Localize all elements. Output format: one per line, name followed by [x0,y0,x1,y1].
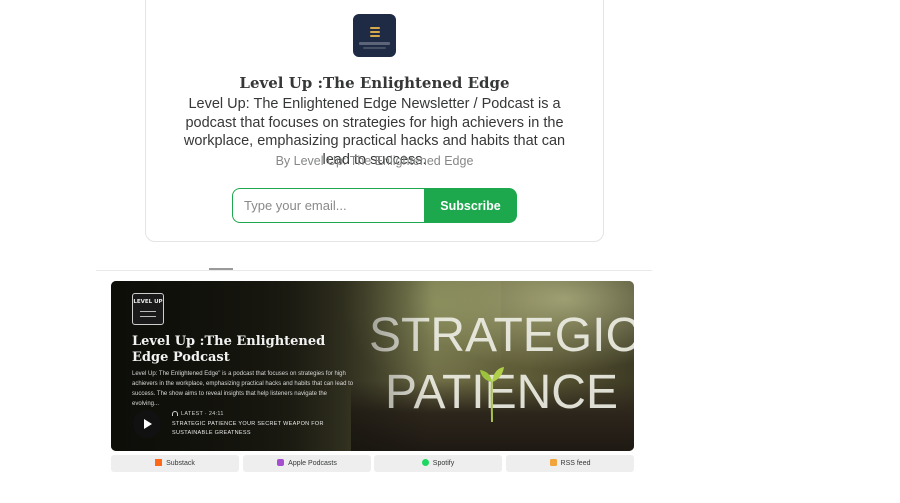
rss-feed-button[interactable]: RSS feed [506,455,634,472]
podcast-logo[interactable]: LEVEL UP [132,293,164,325]
spotify-button[interactable]: Spotify [374,455,502,472]
substack-button[interactable]: Substack [111,455,239,472]
rss-icon [549,459,557,466]
microphone-icon [140,311,156,317]
podcast-logo-text: LEVEL UP [133,299,163,305]
publication-byline: By Level Up: The Enlightened Edge [275,154,474,168]
substack-icon [155,459,163,466]
apple-podcasts-icon [277,459,285,466]
publication-logo[interactable] [353,14,396,57]
section-divider [96,270,652,271]
sprout-icon [480,367,504,422]
podcast-description: Level Up: The Enlightened Edge" is a pod… [132,371,354,407]
logo-bars-icon [370,27,380,39]
email-input[interactable] [232,188,428,223]
latest-episode-title[interactable]: STRATEGIC PATIENCE YOUR SECRET WEAPON FO… [172,420,342,438]
headphones-icon [172,411,178,416]
platform-buttons: Substack Apple Podcasts Spotify RSS feed [111,455,634,472]
apple-podcasts-button[interactable]: Apple Podcasts [243,455,371,472]
logo-text-line [363,47,386,49]
subscribe-button[interactable]: Subscribe [424,188,517,223]
podcast-title[interactable]: Level Up :The Enlightened Edge Podcast [132,334,352,366]
podcast-hero[interactable]: STRATEGIC PATIENCE LEVEL UP Level Up :Th… [111,281,634,451]
publication-title: Level Up :The Enlightened Edge [239,74,510,92]
logo-text-line [359,42,390,45]
spotify-icon [421,459,429,466]
play-button[interactable] [133,410,161,438]
latest-episode-label: LATEST · 24:11 [172,411,224,417]
